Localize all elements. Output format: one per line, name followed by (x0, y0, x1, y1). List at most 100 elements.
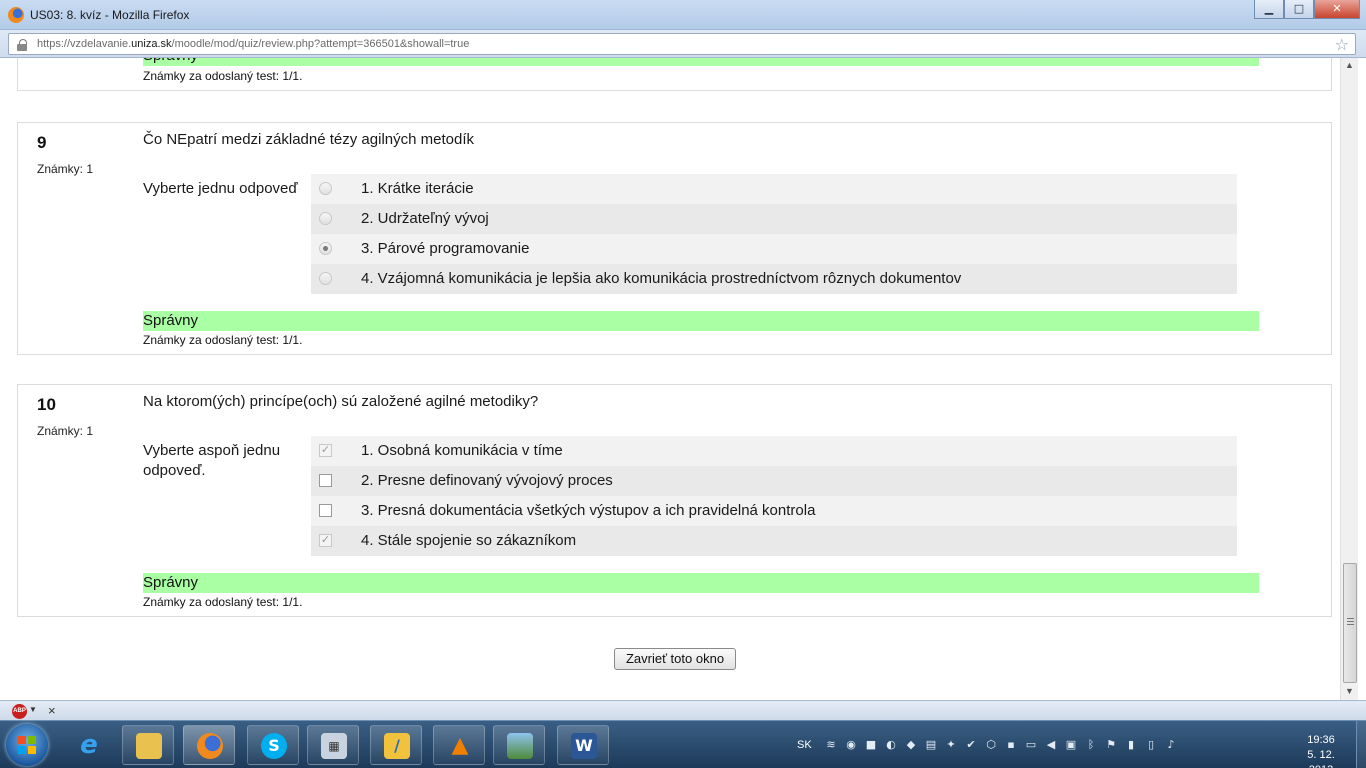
vertical-scrollbar[interactable]: ▲ ▼ (1340, 58, 1358, 700)
action-center-flag-icon[interactable]: ⚑ (1104, 738, 1118, 752)
answer-option[interactable]: ✓ 1. Osobná komunikácia v tíme (311, 436, 1237, 466)
tray-app-icon[interactable]: ▪ (1004, 738, 1018, 752)
question-marks: Známky: 1 (37, 424, 94, 438)
windows-logo-icon (18, 736, 36, 754)
nvidia-icon[interactable]: ◆ (904, 738, 918, 752)
close-addon-bar-icon[interactable]: × (48, 703, 56, 718)
system-tray: ≋ ◉ ■ ◐ ◆ ▤ ✦ ✔ ⬡ ▪ ▭ ◀ ▣ ᛒ ⚑ ▮ ▯ ♪ (824, 738, 1178, 752)
tray-app-icon[interactable]: ▮ (1124, 738, 1138, 752)
start-button[interactable] (6, 724, 48, 766)
show-desktop-button[interactable] (1356, 721, 1366, 768)
url-bar[interactable]: https://vzdelavanie.uniza.sk/moodle/mod/… (8, 33, 1356, 55)
dropbox-icon[interactable]: ✦ (944, 738, 958, 752)
question-text: Na ktorom(ých) princípe(och) sú založené… (143, 393, 539, 410)
clock-time: 19:36 (1307, 734, 1335, 746)
scroll-up-arrow-icon[interactable]: ▲ (1345, 60, 1354, 70)
taskbar-photo-viewer[interactable] (493, 725, 545, 765)
vlc-cone-icon: ▲ (451, 733, 469, 758)
tray-app-icon[interactable]: ◉ (844, 738, 858, 752)
option-label: 2. Presne definovaný vývojový proces (361, 472, 613, 489)
radio-button-selected[interactable] (319, 242, 332, 255)
scrollbar-thumb[interactable] (1343, 563, 1357, 683)
bluetooth-icon[interactable]: ᛒ (1084, 738, 1098, 752)
taskbar-internet-explorer[interactable]: e (63, 725, 115, 765)
checkbox-checked[interactable]: ✓ (319, 534, 332, 547)
system-clock[interactable]: 19:36 5. 12. 2013 (1296, 733, 1346, 768)
answer-option[interactable]: 3. Párové programovanie (311, 234, 1237, 264)
answer-option[interactable]: ✓ 4. Stále spojenie so zákazníkom (311, 526, 1237, 556)
answer-option[interactable]: 3. Presná dokumentácia všetkých výstupov… (311, 496, 1237, 526)
scroll-down-arrow-icon[interactable]: ▼ (1345, 686, 1354, 696)
taskbar-calculator[interactable]: ▦ (307, 725, 359, 765)
lock-icon[interactable] (17, 39, 27, 51)
question-9-card: 9 Známky: 1 Čo NEpatrí medzi základné té… (17, 122, 1332, 355)
language-indicator[interactable]: SK (797, 739, 812, 751)
radio-button[interactable] (319, 182, 332, 195)
question-number: 9 (37, 133, 47, 152)
checkbox[interactable] (319, 504, 332, 517)
word-icon: W (571, 733, 597, 759)
calculator-icon: ▦ (321, 733, 347, 759)
taskbar-word[interactable]: W (557, 725, 609, 765)
folder-icon (136, 733, 162, 759)
taskbar-sumatra[interactable]: / (370, 725, 422, 765)
option-label: 1. Krátke iterácie (361, 180, 474, 197)
taskbar-skype[interactable]: S (247, 725, 299, 765)
question-text: Čo NEpatrí medzi základné tézy agilných … (143, 131, 474, 148)
option-label: 2. Udržateľný vývoj (361, 210, 489, 227)
clock-date: 5. 12. 2013 (1307, 749, 1335, 768)
radio-button[interactable] (319, 272, 332, 285)
answer-option[interactable]: 4. Vzájomná komunikácia je lepšia ako ko… (311, 264, 1237, 294)
answer-option[interactable]: 2. Udržateľný vývoj (311, 204, 1237, 234)
answer-option[interactable]: 2. Presne definovaný vývojový proces (311, 466, 1237, 496)
page-content: Správny Známky za odoslaný test: 1/1. 9 … (0, 58, 1340, 700)
steam-icon[interactable]: ◐ (884, 738, 898, 752)
tray-app-icon[interactable]: ■ (864, 738, 878, 752)
answer-option[interactable]: 1. Krátke iterácie (311, 174, 1237, 204)
grade-text: Známky za odoslaný test: 1/1. (143, 69, 303, 83)
radio-button[interactable] (319, 212, 332, 225)
option-label: 3. Presná dokumentácia všetkých výstupov… (361, 502, 816, 519)
close-window-button[interactable]: Zavrieť toto okno (614, 648, 736, 670)
internet-explorer-icon: e (80, 730, 98, 760)
maximize-button[interactable]: □ (1284, 0, 1314, 19)
photo-viewer-icon (507, 733, 533, 759)
navigation-toolbar: https://vzdelavanie.uniza.sk/moodle/mod/… (0, 30, 1366, 58)
taskbar-vlc[interactable]: ▲ (433, 725, 485, 765)
close-button[interactable]: ✕ (1314, 0, 1360, 19)
window-controls: ▁ □ ✕ (1254, 0, 1360, 19)
tray-app-icon[interactable]: ✔ (964, 738, 978, 752)
tray-app-icon[interactable]: ⬡ (984, 738, 998, 752)
windows-taskbar: e S ▦ / ▲ W SK ≋ ◉ ■ ◐ ◆ ▤ ✦ ✔ ⬡ ▪ ▭ ◀ ▣… (0, 720, 1366, 768)
answer-prompt: Vyberte jednu odpoveď (143, 180, 298, 197)
addon-bar: ABP ▼ × (0, 700, 1366, 720)
grade-text: Známky za odoslaný test: 1/1. (143, 333, 303, 347)
tray-app-icon[interactable]: ▤ (924, 738, 938, 752)
checkbox-checked[interactable]: ✓ (319, 444, 332, 457)
minimize-button[interactable]: ▁ (1254, 0, 1284, 19)
window-title: US03: 8. kvíz - Mozilla Firefox (30, 8, 190, 22)
bookmark-star-icon[interactable]: ☆ (1335, 35, 1349, 55)
checkbox[interactable] (319, 474, 332, 487)
question-number: 10 (37, 395, 56, 414)
skype-icon: S (261, 733, 287, 759)
speaker-icon[interactable]: ♪ (1164, 738, 1178, 752)
feedback-correct: Správny (143, 58, 1259, 66)
tray-app-icon[interactable]: ▣ (1064, 738, 1078, 752)
grade-text: Známky za odoslaný test: 1/1. (143, 595, 303, 609)
pdf-reader-icon: / (384, 733, 410, 759)
question-marks: Známky: 1 (37, 162, 94, 176)
wifi-icon[interactable]: ≋ (824, 738, 838, 752)
firefox-icon (197, 733, 223, 759)
window-titlebar: US03: 8. kvíz - Mozilla Firefox ▁ □ ✕ (0, 0, 1366, 30)
url-text[interactable]: https://vzdelavanie.uniza.sk/moodle/mod/… (37, 38, 469, 50)
chevron-down-icon[interactable]: ▼ (29, 705, 37, 714)
adblock-plus-icon[interactable]: ABP (12, 704, 27, 719)
taskbar-file-explorer[interactable] (122, 725, 174, 765)
network-icon[interactable]: ▯ (1144, 738, 1158, 752)
tray-app-icon[interactable]: ▭ (1024, 738, 1038, 752)
question-8-card: Správny Známky za odoslaný test: 1/1. (17, 58, 1332, 91)
volume-icon[interactable]: ◀ (1044, 738, 1058, 752)
taskbar-firefox[interactable] (183, 725, 235, 765)
answer-prompt: Vyberte aspoň jednu odpoveď. (143, 442, 281, 479)
